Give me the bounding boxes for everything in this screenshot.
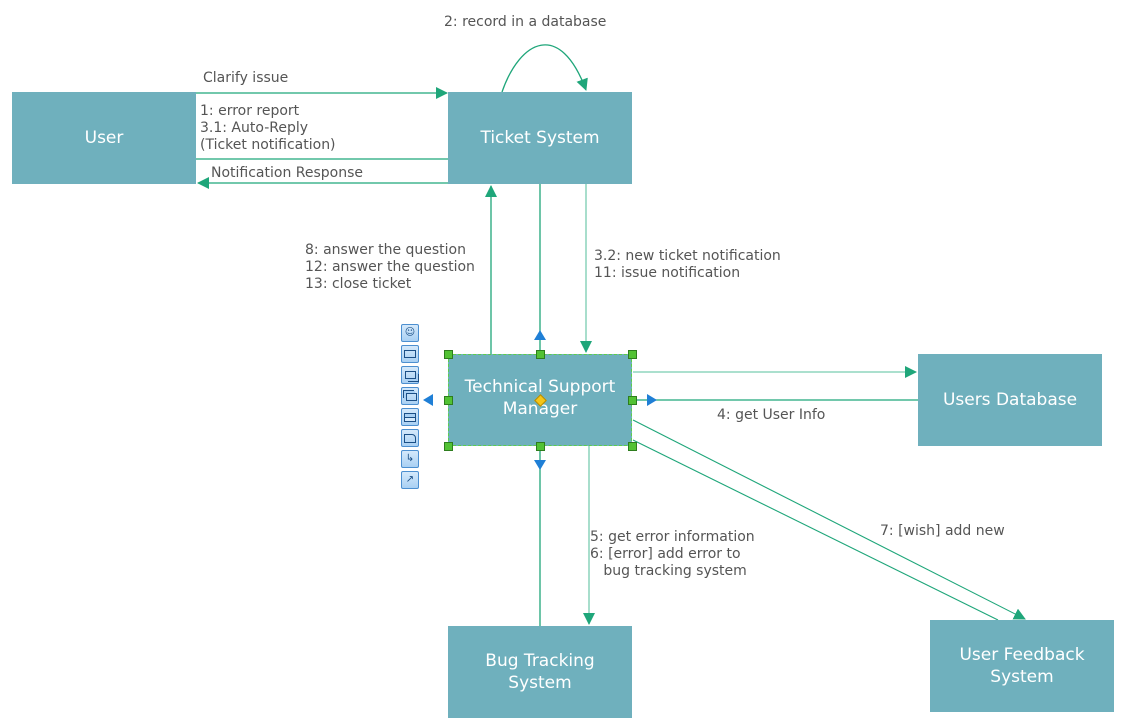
label-record-db: 2: record in a database [444,14,607,30]
label-notification-response: Notification Response [211,165,364,181]
node-ticket-system[interactable]: Ticket System [448,92,632,184]
connector-wish[interactable] [632,419,1026,620]
connect-arrow-right-icon[interactable] [647,394,657,406]
resize-handle-right[interactable] [628,396,637,405]
resize-handle-left[interactable] [444,396,453,405]
node-user-feedback-system[interactable]: User Feedback System [930,620,1114,712]
split-box-icon[interactable] [401,408,419,426]
label-error-report: 1: error report 3.1: Auto-Reply (Ticket … [200,103,336,153]
node-bug-tracking-system[interactable]: Bug Tracking System [448,626,632,718]
connector-record-db[interactable] [501,44,588,93]
label-wish: 7: [wish] add new [880,523,1005,539]
resize-handle-bottom-right[interactable] [628,442,637,451]
resize-handle-bottom[interactable] [536,442,545,451]
multi-object-icon[interactable] [401,366,419,384]
resize-handle-top-right[interactable] [628,350,637,359]
resize-handle-top[interactable] [536,350,545,359]
label-clarify-issue: Clarify issue [203,70,289,86]
note-icon[interactable] [401,429,419,447]
resize-handle-bottom-left[interactable] [444,442,453,451]
label-get-user-info: 4: get User Info [717,407,826,423]
node-user[interactable]: User [12,92,196,184]
actor-icon[interactable]: ☺ [401,324,419,342]
rectangle-icon[interactable] [401,345,419,363]
stacked-frames-icon[interactable] [401,387,419,405]
connector-step-icon[interactable]: ↳ [401,450,419,468]
connect-arrow-down-icon[interactable] [534,460,546,470]
resize-handle-top-left[interactable] [444,350,453,359]
connect-arrow-left-icon[interactable] [423,394,433,406]
connect-arrow-up-icon[interactable] [534,330,546,340]
quick-shape-toolbar: ☺ ↳ ↗ [401,324,419,492]
node-users-database[interactable]: Users Database [918,354,1102,446]
label-error-info: 5: get error information 6: [error] add … [590,529,755,579]
label-answers: 8: answer the question 12: answer the qu… [305,242,475,292]
connector-line-icon[interactable]: ↗ [401,471,419,489]
label-new-ticket: 3.2: new ticket notification 11: issue n… [594,248,781,281]
